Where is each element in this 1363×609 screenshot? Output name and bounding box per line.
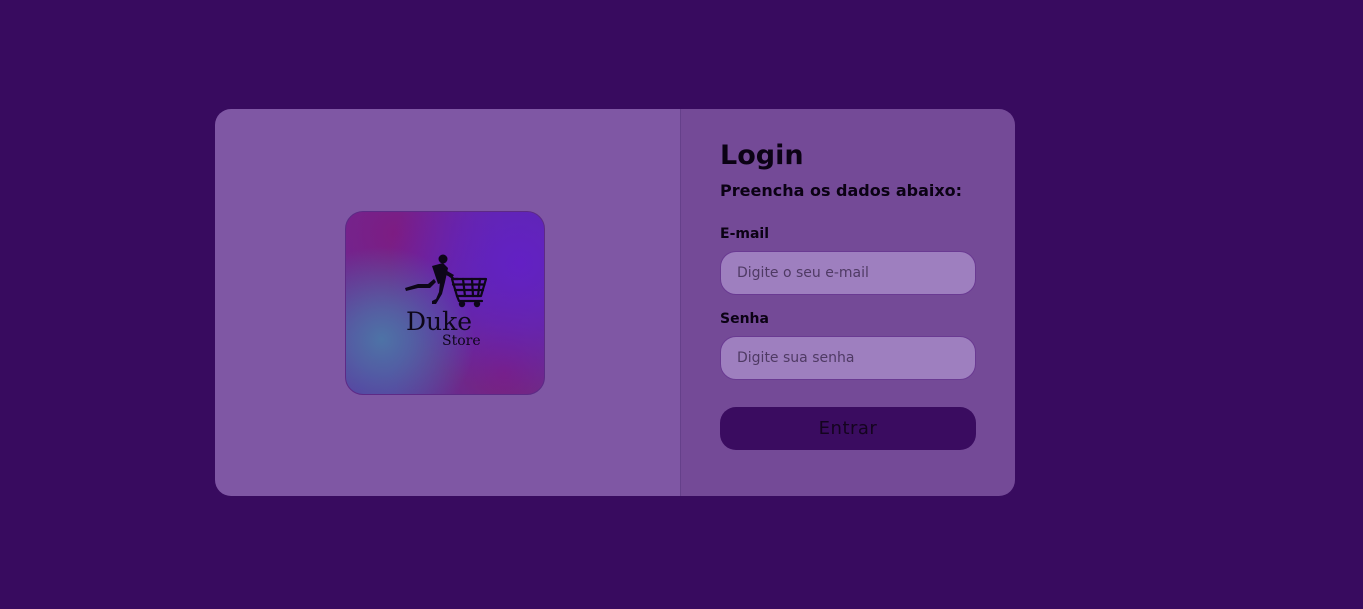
page: Duke Store Login Preencha os dados abaix… <box>0 0 1363 609</box>
shopper-with-cart-icon <box>405 254 488 308</box>
password-input[interactable] <box>720 336 976 380</box>
email-input[interactable] <box>720 251 976 295</box>
login-subtitle: Preencha os dados abaixo: <box>720 181 963 200</box>
store-logo: Duke Store <box>345 211 545 395</box>
logo-brand-sub: Store <box>442 333 481 349</box>
login-form-panel: Login Preencha os dados abaixo: E-mail S… <box>680 109 1015 496</box>
submit-button[interactable]: Entrar <box>720 407 976 450</box>
brand-panel: Duke Store <box>215 109 680 496</box>
login-title: Login <box>720 140 804 171</box>
password-label: Senha <box>720 311 769 327</box>
logo-brand-name: Duke <box>406 307 473 336</box>
login-card: Duke Store Login Preencha os dados abaix… <box>215 109 1015 496</box>
email-label: E-mail <box>720 226 770 242</box>
